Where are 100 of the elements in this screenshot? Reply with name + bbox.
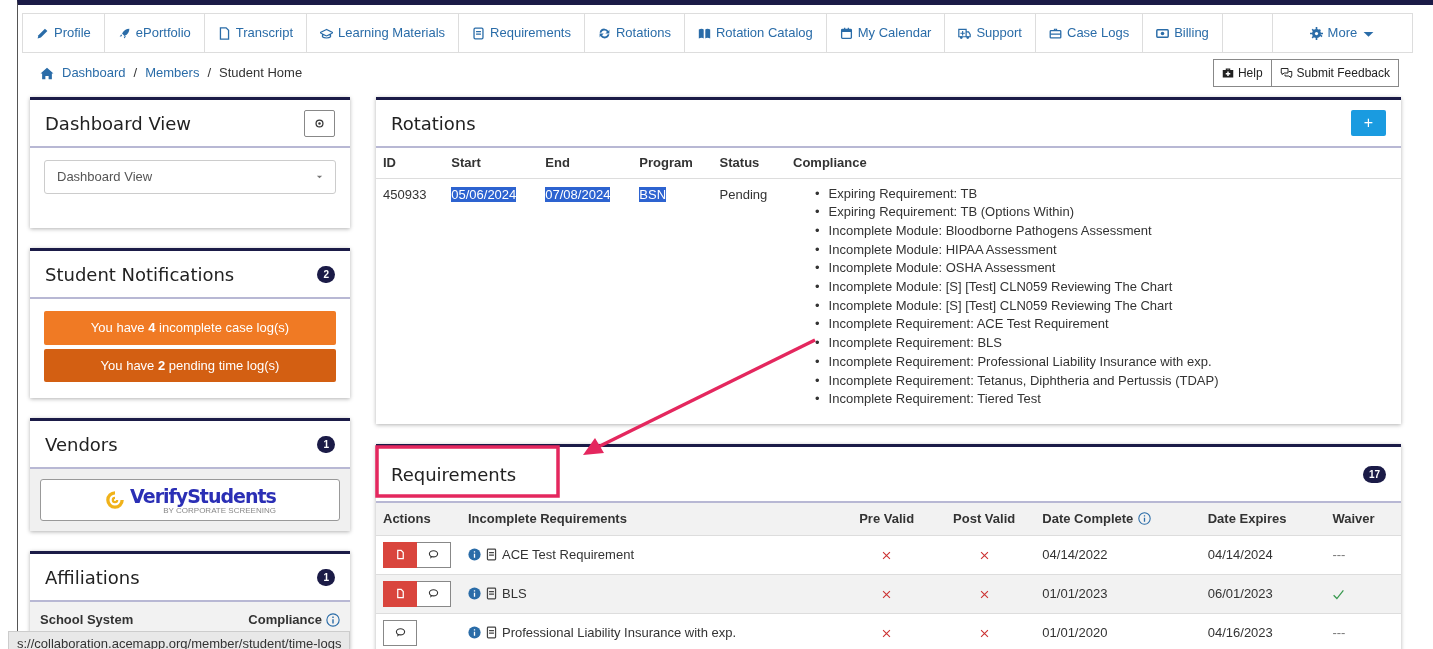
compliance-item: Incomplete Module: Bloodborne Pathogens Assessment <box>828 221 1152 240</box>
bullet: • <box>815 259 820 278</box>
settings-icon <box>1309 26 1323 40</box>
rocket-icon <box>117 26 131 40</box>
pencil-icon <box>36 26 49 40</box>
bullet: • <box>815 371 820 390</box>
breadcrumb-link[interactable]: Members <box>145 63 200 83</box>
card-title: Dashboard View <box>45 111 192 136</box>
requirement-name[interactable]: ACE Test Requirement <box>502 544 634 565</box>
first-aid-kit-icon <box>1221 67 1234 79</box>
bullet: • <box>815 184 820 203</box>
document-button[interactable] <box>383 541 417 568</box>
vendor-logo-button[interactable]: VerifyStudents BY CORPORATE SCREENING <box>40 479 340 521</box>
clipboard-icon <box>472 26 486 40</box>
bullet: • <box>815 315 820 334</box>
count-badge: 17 <box>1362 465 1386 483</box>
spiral-icon <box>104 489 127 511</box>
count-badge: 1 <box>317 435 335 453</box>
card-title: Vendors <box>45 432 118 457</box>
info-icon <box>468 626 481 639</box>
bullet: • <box>815 352 820 371</box>
bullet: • <box>815 221 820 240</box>
document-button[interactable] <box>383 580 417 607</box>
comment-button[interactable] <box>383 619 417 646</box>
select-value: Dashboard View <box>57 168 153 186</box>
breadcrumb-separator: / <box>207 64 212 83</box>
document-icon <box>394 549 406 560</box>
notification-banner[interactable]: You have 2 pending time log(s) <box>44 348 336 382</box>
settings-button[interactable] <box>304 109 335 137</box>
comment-button[interactable] <box>417 580 451 607</box>
calendar-icon <box>839 26 853 40</box>
graduation-cap-icon <box>320 26 334 40</box>
column-header: Actions <box>383 511 431 526</box>
compliance-item: Expiring Requirement: TB (Options Within) <box>828 203 1074 222</box>
table-cell: 04/14/2024 <box>1207 546 1273 562</box>
table-cell: 450933 <box>383 186 427 202</box>
comment-icon <box>394 627 406 638</box>
table-cell: 04/16/2023 <box>1207 624 1273 640</box>
clipboard-icon <box>485 548 498 561</box>
compliance-item: Incomplete Module: OSHA Assessment <box>828 259 1056 278</box>
card-title: Requirements <box>391 462 517 487</box>
money-icon <box>1156 26 1170 40</box>
table-cell: 07/08/2024 <box>545 186 611 202</box>
comment-icon <box>428 588 439 599</box>
requirement-name[interactable]: Professional Liability Insurance with exp. <box>502 622 737 643</box>
help-button[interactable]: Help <box>1212 59 1272 87</box>
compliance-item: Incomplete Requirement: Tetanus, Diphtheria and Pertussis (TDAP) <box>828 371 1219 390</box>
column-header: Compliance <box>786 148 1401 178</box>
column-header: Start <box>444 148 539 178</box>
column-header: Post Valid <box>953 511 1016 526</box>
column-header: Program <box>632 148 713 178</box>
card-title: Affiliations <box>45 565 140 590</box>
add-button[interactable]: + <box>1350 110 1386 136</box>
table-cell: 04/14/2022 <box>1042 546 1108 562</box>
table-cell: 01/01/2023 <box>1042 585 1108 601</box>
bullet: • <box>815 240 820 259</box>
info-icon <box>326 612 340 627</box>
column-header: Compliance <box>248 611 322 629</box>
column-header: Pre Valid <box>859 511 915 526</box>
bullet: • <box>815 334 820 353</box>
vendor-name: VerifyStudents <box>130 485 276 506</box>
chat-bubbles-icon <box>1279 67 1293 79</box>
comment-button[interactable] <box>417 541 451 568</box>
compliance-item: Incomplete Module: [S] [Test] CLN059 Reviewing The Chart <box>828 296 1173 315</box>
view-select[interactable]: Dashboard View <box>44 160 336 194</box>
info-icon <box>468 548 481 561</box>
table-cell: Pending <box>719 186 768 202</box>
table-cell: --- <box>1332 624 1346 640</box>
column-header: School System <box>40 611 134 629</box>
count-badge: 2 <box>317 265 335 283</box>
table-cell: BSN <box>639 186 667 202</box>
compliance-item: Incomplete Requirement: Tiered Test <box>828 390 1041 409</box>
table-cell: 05/06/2024 <box>451 186 517 202</box>
card-title: Student Notifications <box>45 262 235 287</box>
feedback-button[interactable]: Submit Feedback <box>1271 59 1399 87</box>
compliance-item: Incomplete Requirement: ACE Test Requirement <box>828 315 1109 334</box>
breadcrumb-separator: / <box>133 64 138 83</box>
book-icon <box>697 26 711 40</box>
bullet: • <box>815 390 820 409</box>
requirement-name[interactable]: BLS <box>502 583 527 604</box>
breadcrumb-link[interactable]: Dashboard <box>62 63 126 83</box>
settings-icon <box>314 118 325 130</box>
document-icon <box>217 26 231 40</box>
bullet: • <box>815 278 820 296</box>
compliance-item: Incomplete Requirement: BLS <box>828 334 1002 353</box>
compliance-item: Incomplete Module: HIPAA Assessment <box>828 240 1057 259</box>
column-header: Status <box>712 148 786 178</box>
bullet: • <box>815 203 820 222</box>
info-icon <box>1138 512 1152 525</box>
clipboard-icon <box>485 626 498 639</box>
refresh-icon <box>598 26 611 40</box>
breadcrumb-current: Student Home <box>219 64 303 83</box>
document-icon <box>394 588 406 599</box>
comment-icon <box>428 549 439 560</box>
column-header: Date Expires <box>1207 511 1287 526</box>
home-icon <box>40 66 54 80</box>
ambulance-icon <box>958 26 972 40</box>
compliance-item: Expiring Requirement: TB <box>828 184 978 203</box>
clipboard-icon <box>485 587 498 600</box>
table-cell: 06/01/2023 <box>1207 585 1273 601</box>
